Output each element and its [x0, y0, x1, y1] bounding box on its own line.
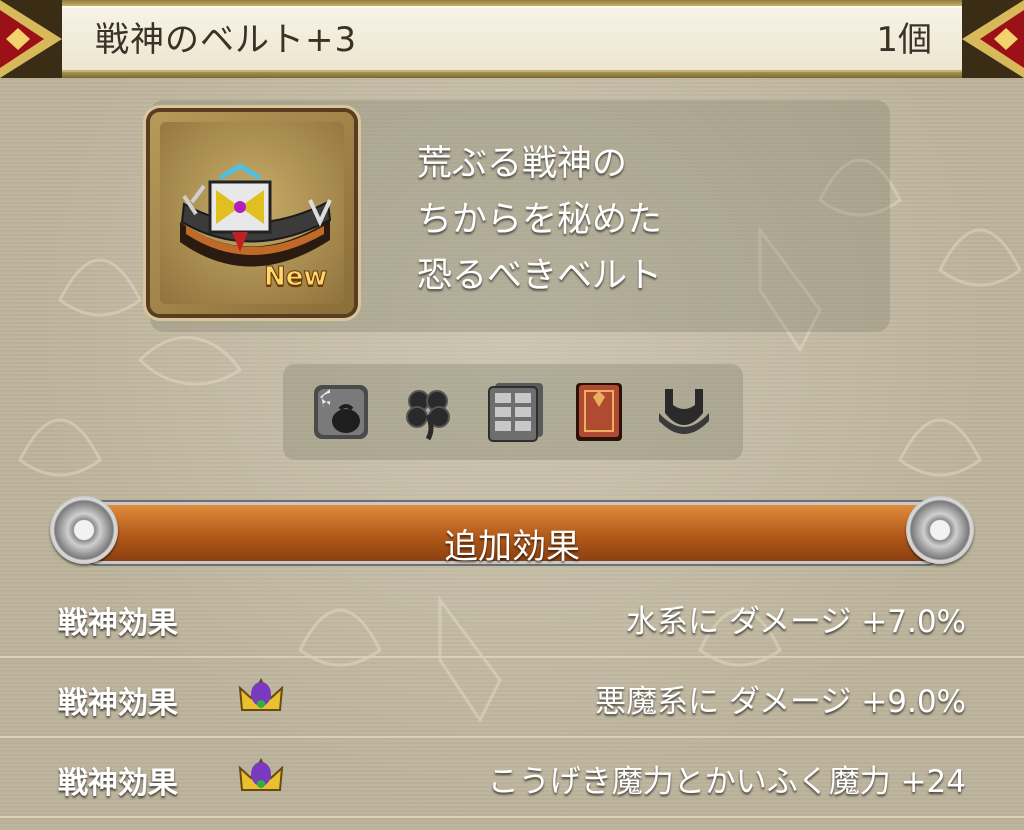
effect-value: こうげき魔力とかいふく魔力 +24: [487, 764, 966, 800]
section-title: 追加効果: [444, 527, 580, 567]
trade-bag-icon[interactable]: [308, 379, 374, 445]
corner-ornament-right: [962, 0, 1024, 78]
item-count: 1個: [876, 20, 932, 60]
additional-effects-header: 追加効果: [50, 496, 974, 567]
bolt-ornament-left: [50, 496, 118, 564]
item-name: 戦神のベルト+3: [95, 20, 358, 60]
item-image-frame[interactable]: New: [150, 112, 354, 314]
effect-label: 戦神効果: [58, 686, 178, 721]
effect-value: 悪魔系に ダメージ +9.0%: [595, 684, 966, 720]
effect-row: 戦神効果 悪魔系に ダメージ +9.0%: [0, 658, 1024, 738]
effect-row: 戦神効果 水系に ダメージ +7.0%: [0, 578, 1024, 658]
section-bar: 追加効果: [90, 502, 934, 567]
effect-row: 戦神効果 こうげき魔力とかいふく魔力 +24: [0, 738, 1024, 818]
usability-icons-bar: [283, 364, 743, 460]
title-bar: 戦神のベルト+3 1個: [0, 0, 1024, 78]
effect-value: 水系に ダメージ +7.0%: [626, 604, 966, 640]
corner-ornament-left: [0, 0, 62, 78]
bolt-ornament-right: [906, 496, 974, 564]
belt-slot-icon[interactable]: [651, 379, 717, 445]
description-line: 荒ぶる戦神の: [417, 144, 628, 184]
new-badge: New: [263, 262, 328, 293]
item-image: New: [160, 122, 344, 304]
clover-icon[interactable]: [395, 379, 461, 445]
crown-icon: [238, 677, 284, 711]
storage-drawer-icon[interactable]: [481, 379, 547, 445]
crown-icon: [238, 757, 284, 791]
book-icon[interactable]: [566, 379, 632, 445]
item-description: 荒ぶる戦神の ちからを秘めた 恐るべきベルト: [417, 136, 662, 304]
effect-label: 戦神効果: [58, 606, 178, 641]
description-line: 恐るべきベルト: [417, 256, 663, 296]
effect-label: 戦神効果: [58, 766, 178, 801]
description-line: ちからを秘めた: [417, 200, 663, 240]
